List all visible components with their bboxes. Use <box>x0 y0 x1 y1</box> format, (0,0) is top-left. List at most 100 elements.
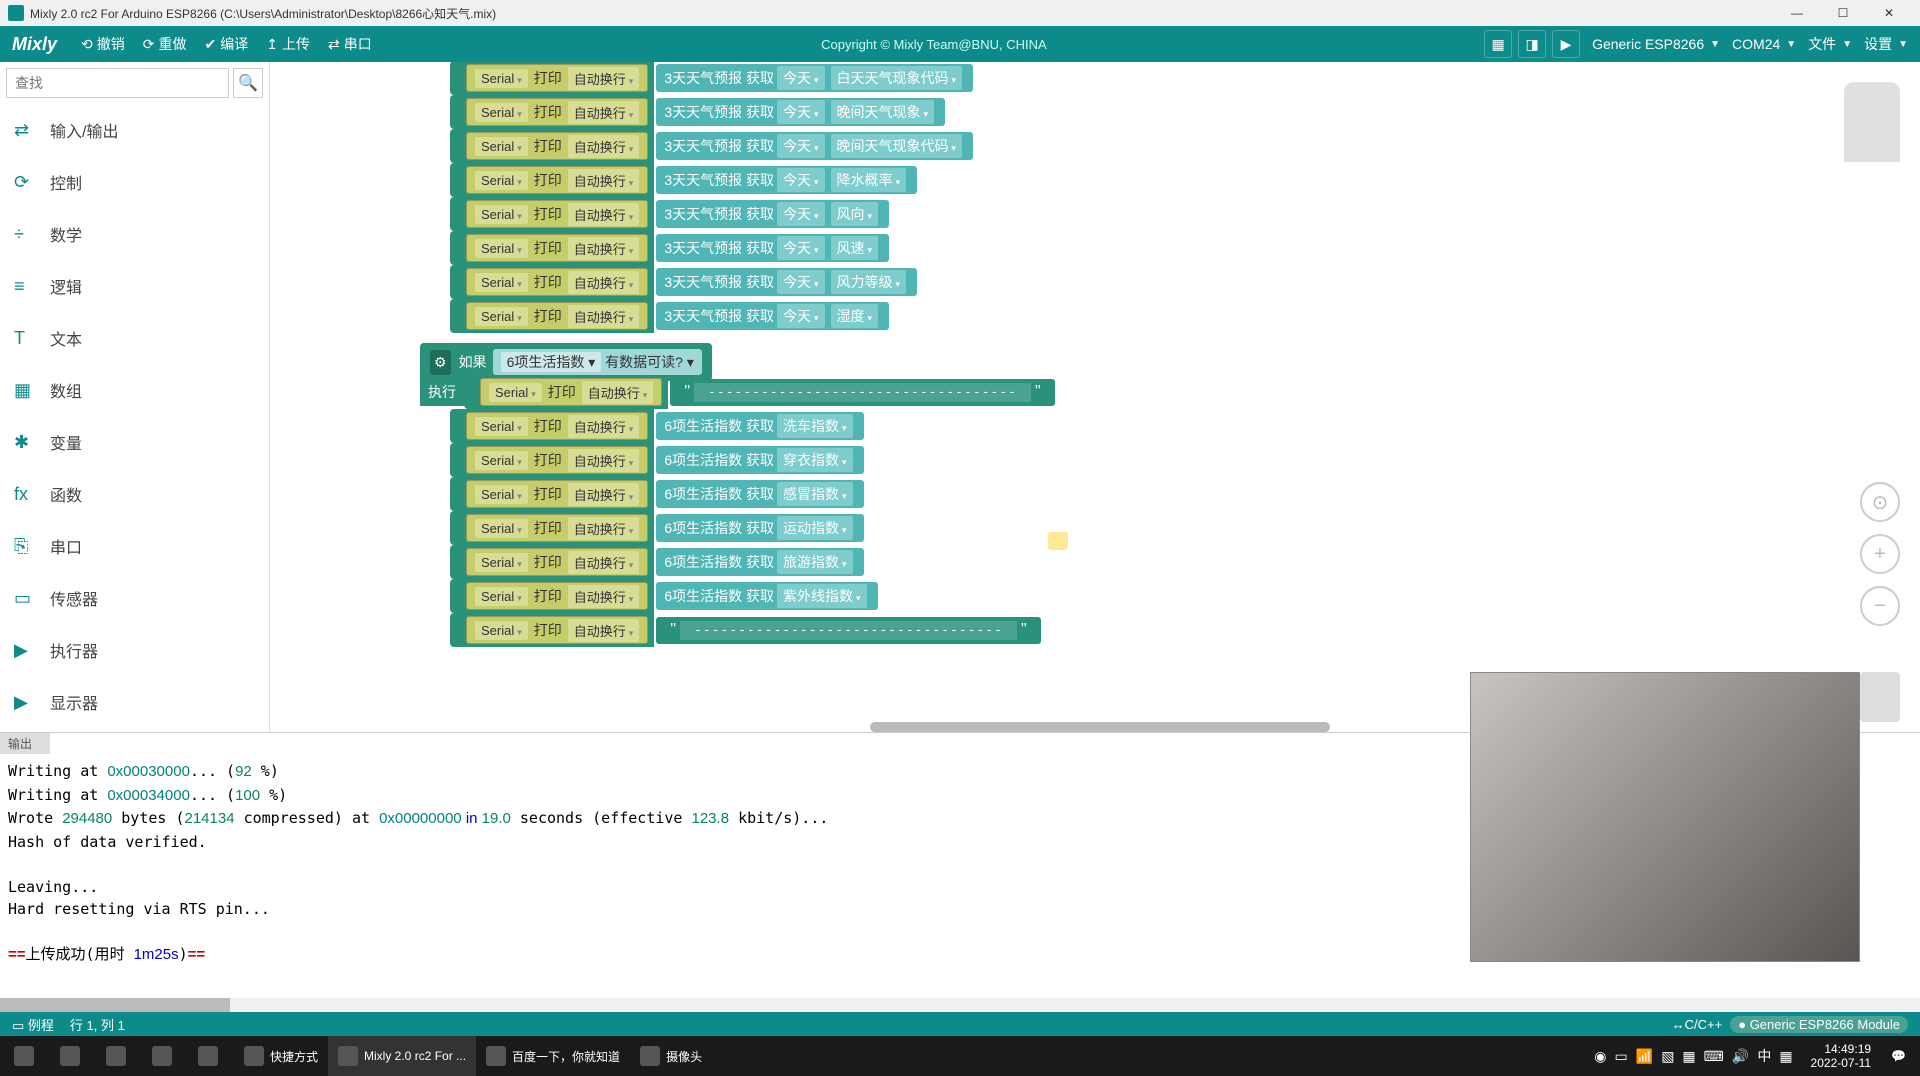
serial-print-block[interactable]: Serial打印自动换行 <box>466 514 648 542</box>
category-item[interactable]: ▦数组 <box>0 364 269 416</box>
undo-button[interactable]: ⟲撤销 <box>81 34 125 54</box>
tray-icon: ▦ <box>1779 1048 1792 1065</box>
taskbar-item[interactable]: 快捷方式 <box>234 1036 328 1076</box>
clock[interactable]: 14:49:192022-07-11 <box>1801 1042 1882 1071</box>
life-index-block[interactable]: 6项生活指数 获取运动指数 <box>656 514 863 542</box>
compile-button[interactable]: ✔编译 <box>205 34 249 54</box>
file-dropdown[interactable]: 文件▼ <box>1808 34 1852 54</box>
taskbar-label: 摄像头 <box>666 1048 702 1065</box>
serial-print-block[interactable]: Serial打印自动换行 <box>466 302 648 330</box>
forecast-block[interactable]: 3天天气预报 获取今天风力等级 <box>656 268 917 296</box>
serial-print-block[interactable]: Serial打印自动换行 <box>466 200 648 228</box>
serial-print-block[interactable]: Serial打印自动换行 <box>466 132 648 160</box>
forecast-block[interactable]: 3天天气预报 获取今天晚间天气现象 <box>656 98 945 126</box>
taskbar-item[interactable]: 百度一下，你就知道 <box>476 1036 630 1076</box>
serial-print-block[interactable]: Serial打印自动换行 <box>480 378 662 406</box>
port-dropdown[interactable]: COM24▼ <box>1732 36 1796 52</box>
string-block[interactable]: "-----------------------------------" <box>670 379 1054 406</box>
serial-print-block[interactable]: Serial打印自动换行 <box>466 582 648 610</box>
forecast-block[interactable]: 3天天气预报 获取今天降水概率 <box>656 166 917 194</box>
center-button[interactable]: ⊙ <box>1860 482 1900 522</box>
system-tray[interactable]: ◉▭📶 ▧▦⌨ 🔊中▦ <box>1586 1046 1800 1066</box>
taskbar: 快捷方式Mixly 2.0 rc2 For ...百度一下，你就知道 摄像头 ◉▭… <box>0 1036 1920 1076</box>
forecast-block[interactable]: 3天天气预报 获取今天白天天气现象代码 <box>656 64 973 92</box>
serial-print-block[interactable]: Serial打印自动换行 <box>466 616 648 644</box>
category-icon: ✱ <box>14 432 36 453</box>
life-index-block[interactable]: 6项生活指数 获取洗车指数 <box>656 412 863 440</box>
camera-preview <box>1470 672 1860 962</box>
life-index-block[interactable]: 6项生活指数 获取旅游指数 <box>656 548 863 576</box>
board-badge: ● Generic ESP8266 Module <box>1730 1016 1908 1033</box>
serial-print-block[interactable]: Serial打印自动换行 <box>466 166 648 194</box>
category-item[interactable]: fx函数 <box>0 468 269 520</box>
taskbar-item[interactable] <box>188 1036 234 1076</box>
category-item[interactable]: ⎘串口 <box>0 520 269 572</box>
upload-button[interactable]: ↥上传 <box>266 34 310 54</box>
gear-icon[interactable]: ⚙ <box>430 350 451 375</box>
forecast-block[interactable]: 3天天气预报 获取今天风速 <box>656 234 889 262</box>
tray-icon: 🔊 <box>1732 1048 1749 1065</box>
category-icon: ▭ <box>14 588 36 609</box>
console-scrollbar[interactable] <box>0 998 1920 1012</box>
taskbar-item[interactable]: 摄像头 <box>630 1036 712 1076</box>
minimize-button[interactable]: — <box>1774 0 1820 26</box>
taskbar-item[interactable] <box>50 1036 96 1076</box>
paint-icon <box>106 1046 126 1066</box>
taskbar-item[interactable] <box>96 1036 142 1076</box>
category-item[interactable]: T文本 <box>0 312 269 364</box>
category-icon: fx <box>14 484 36 505</box>
category-item[interactable]: ▶执行器 <box>0 624 269 676</box>
category-item[interactable]: ⟳控制 <box>0 156 269 208</box>
serial-print-block[interactable]: Serial打印自动换行 <box>466 480 648 508</box>
close-button[interactable]: ✕ <box>1866 0 1912 26</box>
category-item[interactable]: ≡逻辑 <box>0 260 269 312</box>
serial-button[interactable]: ⇄串口 <box>328 34 372 54</box>
category-label: 文本 <box>50 326 82 350</box>
serial-print-block[interactable]: Serial打印自动换行 <box>466 98 648 126</box>
forecast-block[interactable]: 3天天气预报 获取今天风向 <box>656 200 889 228</box>
category-label: 串口 <box>50 534 82 558</box>
layout-icon-1[interactable]: ▦ <box>1484 30 1512 58</box>
trash-icon[interactable] <box>1860 672 1900 722</box>
canvas-scrollbar[interactable] <box>870 722 1330 732</box>
life-index-block[interactable]: 6项生活指数 获取感冒指数 <box>656 480 863 508</box>
serial-print-block[interactable]: Serial打印自动换行 <box>466 268 648 296</box>
serial-print-block[interactable]: Serial打印自动换行 <box>466 64 648 92</box>
life-index-block[interactable]: 6项生活指数 获取紫外线指数 <box>656 582 877 610</box>
category-item[interactable]: ✱变量 <box>0 416 269 468</box>
search-input[interactable] <box>6 68 229 98</box>
taskbar-item[interactable]: Mixly 2.0 rc2 For ... <box>328 1036 476 1076</box>
status-bar: ▭ 例程 行 1, 列 1 ↔C/C++ ● Generic ESP8266 M… <box>0 1012 1920 1036</box>
serial-print-block[interactable]: Serial打印自动换行 <box>466 446 648 474</box>
zoom-in-button[interactable]: + <box>1860 534 1900 574</box>
canvas[interactable]: Serial打印自动换行 3天天气预报 获取今天白天天气现象代码 Serial打印自… <box>270 62 1920 732</box>
serial-print-block[interactable]: Serial打印自动换行 <box>466 412 648 440</box>
forecast-block[interactable]: 3天天气预报 获取今天晚间天气现象代码 <box>656 132 973 160</box>
search-button[interactable]: 🔍 <box>233 68 263 98</box>
zoom-out-button[interactable]: − <box>1860 586 1900 626</box>
category-item[interactable]: ▶显示器 <box>0 676 269 728</box>
console-tab[interactable]: 输出 <box>0 733 50 754</box>
titlebar: Mixly 2.0 rc2 For Arduino ESP8266 (C:\Us… <box>0 0 1920 26</box>
board-dropdown[interactable]: Generic ESP8266▼ <box>1592 36 1720 52</box>
example-label[interactable]: ▭ 例程 <box>12 1015 54 1034</box>
layout-icon-3[interactable]: ▶ <box>1552 30 1580 58</box>
layout-icon-2[interactable]: ◨ <box>1518 30 1546 58</box>
life-index-block[interactable]: 6项生活指数 获取穿衣指数 <box>656 446 863 474</box>
taskbar-item[interactable] <box>142 1036 188 1076</box>
settings-dropdown[interactable]: 设置▼ <box>1864 34 1908 54</box>
notifications-button[interactable]: 💬 <box>1881 1036 1916 1076</box>
minimap-icon[interactable] <box>1844 82 1900 162</box>
redo-button[interactable]: ⟳重做 <box>143 34 187 54</box>
category-item[interactable]: ▭传感器 <box>0 572 269 624</box>
serial-print-block[interactable]: Serial打印自动换行 <box>466 548 648 576</box>
forecast-block[interactable]: 3天天气预报 获取今天湿度 <box>656 302 889 330</box>
maximize-button[interactable]: ☐ <box>1820 0 1866 26</box>
calc-icon <box>152 1046 172 1066</box>
string-block[interactable]: "-----------------------------------" <box>656 617 1040 644</box>
category-item[interactable]: ⇄输入/输出 <box>0 104 269 156</box>
taskbar-item[interactable] <box>4 1036 50 1076</box>
category-item[interactable]: ÷数学 <box>0 208 269 260</box>
serial-print-block[interactable]: Serial打印自动换行 <box>466 234 648 262</box>
category-label: 执行器 <box>50 638 98 662</box>
